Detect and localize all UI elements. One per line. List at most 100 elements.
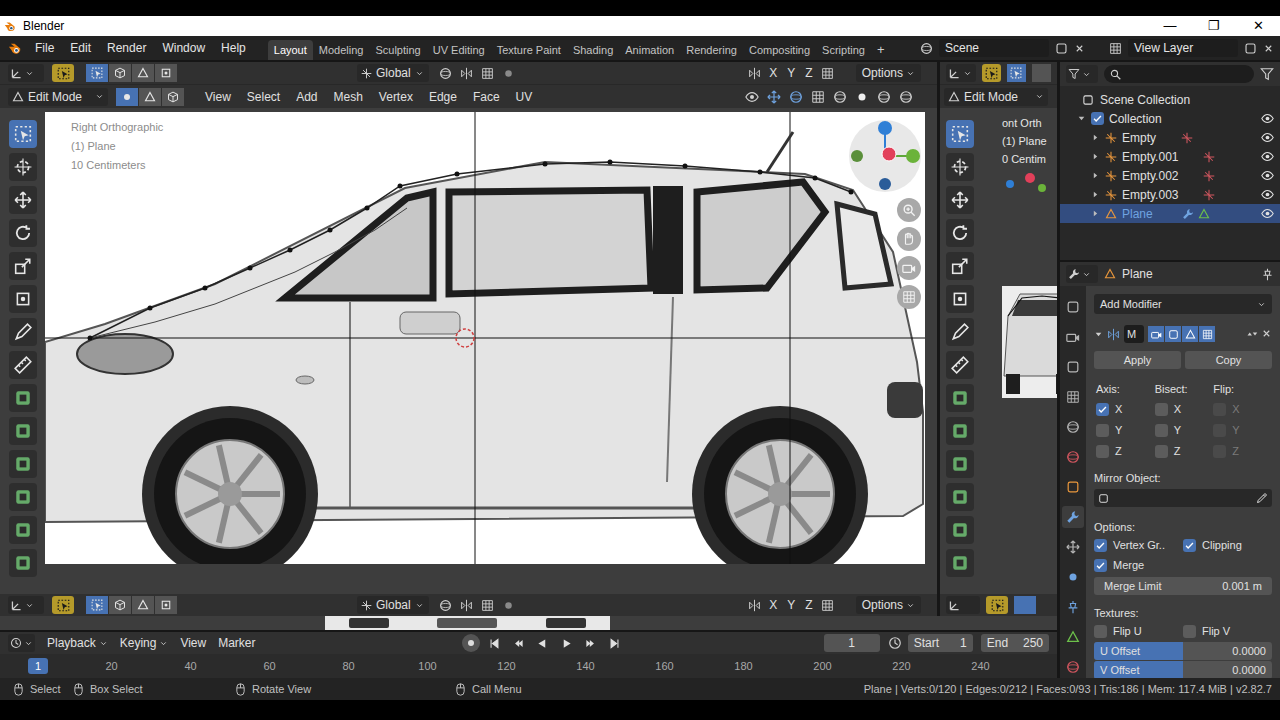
tool-button[interactable] (946, 516, 974, 544)
timeline-menu-item[interactable]: Marker (212, 633, 261, 653)
checkbox[interactable] (1213, 403, 1226, 416)
end-frame-field[interactable]: End250 (981, 634, 1049, 652)
checkbox[interactable] (1091, 112, 1104, 125)
tool-button[interactable] (946, 483, 974, 511)
properties-tab[interactable] (1062, 566, 1084, 588)
mode-button[interactable] (109, 596, 131, 614)
properties-tab[interactable] (1062, 656, 1084, 678)
copy-button[interactable]: Copy (1185, 351, 1272, 369)
options-dropdown[interactable]: Options (856, 596, 921, 614)
navigation-button[interactable] (897, 256, 921, 280)
checkbox[interactable] (1155, 445, 1168, 458)
offset-slider[interactable]: V Offset0.0000 (1094, 661, 1272, 678)
outliner-root[interactable]: Scene Collection (1060, 90, 1280, 109)
navigation-button[interactable] (897, 227, 921, 251)
viewport-menu-item[interactable]: Mesh (327, 87, 370, 107)
outliner-row[interactable]: Empty (1060, 128, 1280, 147)
timeline-ruler[interactable]: 120406080100120140160180200220240 (0, 654, 1057, 678)
checkbox[interactable] (1213, 424, 1226, 437)
mode-button[interactable] (116, 88, 138, 106)
mode-button[interactable] (155, 64, 177, 82)
tool-button[interactable] (946, 417, 974, 445)
axis-toggle[interactable]: Y (785, 64, 797, 82)
active-tool-button[interactable] (52, 64, 74, 82)
add-workspace-button[interactable]: + (871, 40, 891, 60)
tool-button[interactable] (9, 219, 37, 247)
editor-type-button[interactable] (946, 64, 976, 82)
properties-tab[interactable] (1062, 476, 1084, 498)
tool-button[interactable] (946, 186, 974, 214)
viewport-menu-item[interactable]: Face (466, 87, 507, 107)
viewport-menu-item[interactable]: Add (289, 87, 324, 107)
axis-toggle[interactable]: X (767, 64, 779, 82)
timeline-menu-item[interactable]: View (174, 633, 212, 653)
playback-button[interactable] (558, 634, 576, 652)
timeline-menu-item[interactable]: Keying (114, 633, 175, 653)
search-field[interactable] (1104, 65, 1254, 83)
viewport-menu-item[interactable]: UV (509, 87, 540, 107)
window-control-button[interactable]: ✕ (1236, 16, 1280, 36)
tool-button[interactable] (9, 120, 37, 148)
properties-tab[interactable] (1062, 446, 1084, 468)
outliner-row[interactable]: Empty.002 (1060, 166, 1280, 185)
options-dropdown[interactable]: Options (856, 64, 921, 82)
tool-button[interactable] (9, 351, 37, 379)
editor-type-button[interactable] (1066, 65, 1098, 83)
tool-button[interactable] (946, 153, 974, 181)
properties-tab[interactable] (1062, 386, 1084, 408)
record-button[interactable] (462, 634, 480, 652)
checkbox[interactable] (1094, 559, 1107, 572)
outliner-row[interactable]: Plane (1060, 204, 1280, 223)
axis-checkbox-row[interactable]: X (1096, 399, 1155, 420)
tool-button[interactable] (946, 120, 974, 148)
playhead[interactable]: 1 (28, 658, 48, 674)
menu-item[interactable]: File (27, 38, 62, 58)
tool-button[interactable] (946, 384, 974, 412)
mode-button[interactable] (86, 64, 108, 82)
mode-button[interactable] (86, 596, 108, 614)
tool-button[interactable] (946, 252, 974, 280)
playback-button[interactable] (582, 634, 600, 652)
mode-button[interactable] (132, 596, 154, 614)
tool-button[interactable] (9, 252, 37, 280)
window-control-button[interactable]: — (1148, 16, 1192, 36)
axis-checkbox-row[interactable]: Z (1213, 441, 1272, 462)
outliner-row[interactable]: Collection (1060, 109, 1280, 128)
tool-button[interactable] (946, 318, 974, 346)
tool-button[interactable] (9, 516, 37, 544)
checkbox[interactable] (1155, 403, 1168, 416)
texture-flip-row[interactable]: Flip U (1094, 621, 1183, 641)
properties-tab[interactable] (1062, 626, 1084, 648)
axis-toggle[interactable]: Z (803, 596, 814, 614)
checkbox[interactable] (1094, 625, 1107, 638)
checkbox[interactable] (1096, 403, 1109, 416)
axis-toggle[interactable]: Y (785, 596, 797, 614)
checkbox[interactable] (1183, 539, 1196, 552)
properties-tab[interactable] (1062, 536, 1084, 558)
checkbox[interactable] (1096, 445, 1109, 458)
playback-button[interactable] (510, 634, 528, 652)
tool-button[interactable] (9, 153, 37, 181)
tool-button[interactable] (9, 318, 37, 346)
navigation-gizmo-icon[interactable] (847, 118, 923, 194)
window-control-button[interactable]: ❐ (1192, 16, 1236, 36)
editor-type-button[interactable] (1066, 265, 1098, 283)
playback-button[interactable] (534, 634, 552, 652)
mode-button[interactable] (132, 64, 154, 82)
viewport-menu-item[interactable]: View (198, 87, 238, 107)
tool-button[interactable] (9, 483, 37, 511)
properties-tab[interactable] (1062, 356, 1084, 378)
axis-checkbox-row[interactable]: Z (1096, 441, 1155, 462)
properties-tab[interactable] (1062, 416, 1084, 438)
axis-checkbox-row[interactable]: Y (1213, 420, 1272, 441)
tool-button[interactable] (9, 186, 37, 214)
orientation-dropdown[interactable]: Global (357, 596, 429, 614)
workspace-tab[interactable]: Animation (619, 40, 680, 60)
tool-button[interactable] (946, 219, 974, 247)
axis-checkbox-row[interactable]: Y (1155, 420, 1214, 441)
tool-button[interactable] (9, 285, 37, 313)
axis-checkbox-row[interactable]: X (1155, 399, 1214, 420)
menu-item[interactable]: Window (154, 38, 213, 58)
offset-slider[interactable]: U Offset0.0000 (1094, 642, 1272, 660)
menu-item[interactable]: Edit (62, 38, 99, 58)
